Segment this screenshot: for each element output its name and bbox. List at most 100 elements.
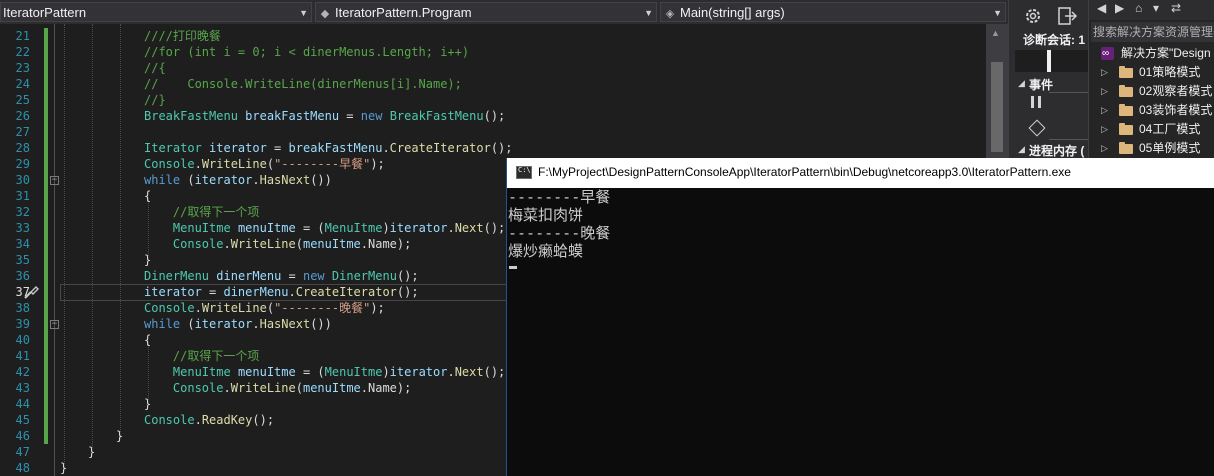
code-line: //取得下一个项 [144, 204, 259, 220]
code-line: MenuItme menuItme = (MenuItme)iterator.N… [144, 364, 505, 380]
tree-node-folder[interactable]: ▷ 05单例模式 [1089, 139, 1214, 158]
code-token: WriteLine [230, 381, 296, 395]
code-token: dinerMenu [216, 269, 282, 283]
tree-node-folder[interactable]: ▷ 02观察者模式 [1089, 82, 1214, 101]
line-number: 31 [15, 189, 30, 203]
switch-view-icon[interactable]: ▾ [1153, 1, 1159, 15]
code-token: ); [370, 157, 385, 171]
code-token: breakFastMenu [245, 109, 340, 123]
line-number: 44 [15, 397, 30, 411]
code-token: DinerMenu [144, 269, 210, 283]
line-number: 36 [15, 269, 30, 283]
code-token: } [144, 253, 152, 267]
solution-explorer: ◀ ▶ ⌂ ▾ ⇄ 搜索解决方案资源管理器 解决方案"Design ▷ 01策略模… [1088, 0, 1214, 162]
solution-search-input[interactable]: 搜索解决方案资源管理器 [1091, 22, 1214, 42]
expand-arrow-icon[interactable]: ▷ [1101, 120, 1108, 139]
pause-icon[interactable] [1031, 96, 1041, 108]
diamond-icon[interactable] [1028, 119, 1046, 137]
line-number: 47 [15, 445, 30, 459]
code-token: ( [266, 157, 275, 171]
code-token: ( [180, 173, 195, 187]
code-token: ()) [310, 317, 332, 331]
code-token: = ( [295, 221, 325, 235]
scrollbar-thumb[interactable] [991, 62, 1003, 152]
line-number: 40 [15, 333, 30, 347]
console-title-bar[interactable]: F:\MyProject\DesignPatternConsoleApp\Ite… [507, 158, 1214, 188]
code-token: ()) [310, 173, 332, 187]
code-token: menuItme [237, 221, 296, 235]
sync-icon[interactable]: ⇄ [1171, 1, 1181, 15]
line-number: 34 [15, 237, 30, 251]
export-icon[interactable] [1055, 6, 1079, 26]
code-token: . [194, 413, 202, 427]
code-token: while [144, 317, 181, 331]
collapse-icon[interactable]: − [50, 176, 59, 185]
code-token: } [60, 461, 68, 475]
console-window[interactable]: F:\MyProject\DesignPatternConsoleApp\Ite… [506, 158, 1214, 476]
code-token: menuItme [302, 237, 361, 251]
collapse-icon[interactable]: − [50, 320, 59, 329]
collapse-triangle-icon[interactable]: ◢ [1018, 144, 1025, 155]
code-token: ////打印晚餐 [144, 29, 221, 43]
tree-node-folder[interactable]: ▷ 01策略模式 [1089, 63, 1214, 82]
code-line: { [144, 188, 151, 204]
expand-arrow-icon[interactable]: ▷ [1101, 101, 1108, 120]
code-token: //{ [144, 61, 166, 75]
code-token: = [281, 269, 303, 283]
class-dropdown[interactable]: ◆ IteratorPattern.Program ▼ [315, 2, 657, 22]
line-number: 46 [15, 429, 30, 443]
folder-icon [1119, 142, 1133, 154]
code-token: iterator [209, 141, 267, 155]
chevron-down-icon: ▼ [993, 8, 1002, 18]
code-token: (); [252, 413, 275, 427]
code-token: Console [144, 301, 195, 315]
console-output-area[interactable]: --------早餐 梅菜扣肉饼 --------晚餐 爆炒癞蛤蟆 [507, 188, 1214, 476]
line-number: 29 [15, 157, 30, 171]
events-graph [1049, 92, 1089, 140]
code-token: Iterator [144, 141, 202, 155]
expand-arrow-icon[interactable]: ▷ [1101, 82, 1108, 101]
expand-arrow-icon[interactable]: ▷ [1101, 63, 1108, 82]
method-dropdown[interactable]: ◈ Main(string[] args) ▼ [660, 2, 1006, 22]
tree-node-folder[interactable]: ▷ 04工厂模式 [1089, 120, 1214, 139]
code-line: Console.ReadKey(); [144, 412, 274, 428]
chevron-down-icon: ▼ [644, 8, 653, 18]
collapse-triangle-icon[interactable]: ◢ [1018, 78, 1025, 89]
outline-line [54, 24, 55, 476]
code-token: MenuItme [324, 365, 383, 379]
events-section-header[interactable]: 事件 [1029, 76, 1053, 93]
home-icon[interactable]: ⌂ [1135, 1, 1142, 15]
line-number: 24 [15, 77, 30, 91]
expand-arrow-icon[interactable]: ▷ [1101, 139, 1108, 158]
indent-guide [64, 24, 65, 464]
forward-icon[interactable]: ▶ [1115, 1, 1124, 15]
code-token: iterator [389, 221, 448, 235]
back-icon[interactable]: ◀ [1097, 1, 1106, 15]
diagnostic-tools-panel: 诊断会话: 1 ◢ 事件 ◢ 进程内存 ( [1008, 0, 1089, 162]
console-title-text: F:\MyProject\DesignPatternConsoleApp\Ite… [538, 165, 1071, 179]
line-number: 22 [15, 45, 30, 59]
quick-action-brush-icon[interactable] [22, 283, 40, 301]
code-token: Next [454, 221, 484, 235]
code-token: ) [382, 221, 390, 235]
code-line: { [144, 332, 151, 348]
code-line: } [144, 252, 151, 268]
code-token: Console [172, 237, 224, 251]
scroll-up-icon[interactable]: ▲ [991, 28, 1000, 38]
code-token: { [144, 189, 152, 203]
line-number: 41 [15, 349, 30, 363]
tree-node-folder[interactable]: ▷ 03装饰者模式 [1089, 101, 1214, 120]
session-timeline[interactable] [1015, 50, 1089, 72]
tree-node-solution[interactable]: 解决方案"Design [1089, 44, 1214, 63]
line-number: 42 [15, 365, 30, 379]
settings-gear-icon[interactable] [1021, 6, 1045, 26]
code-token: BreakFastMenu [389, 109, 484, 123]
process-memory-header[interactable]: 进程内存 ( [1029, 142, 1084, 159]
folder-label: 05单例模式 [1139, 141, 1201, 155]
code-token: dinerMenu [223, 285, 289, 299]
project-dropdown[interactable]: IteratorPattern ▼ [0, 2, 312, 22]
timeline-marker [1047, 50, 1051, 72]
code-token: Next [454, 365, 484, 379]
